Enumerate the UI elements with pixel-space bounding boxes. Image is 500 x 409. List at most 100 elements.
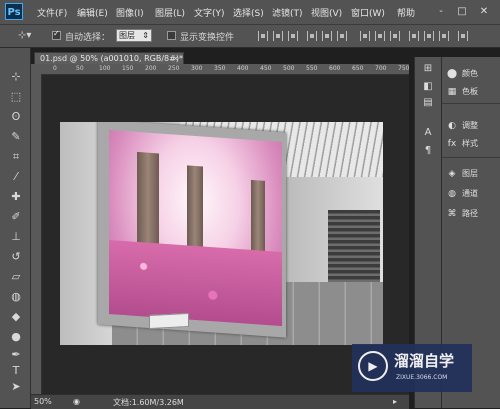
align-top-icon[interactable] xyxy=(258,31,268,41)
align-hcenter-icon[interactable] xyxy=(322,31,332,41)
color-icon: ⬤ xyxy=(446,68,458,79)
maximize-button[interactable]: □ xyxy=(455,5,469,18)
watermark-url: ZIXUE.3066.COM xyxy=(396,374,448,381)
paint-bucket-tool-icon[interactable]: ◍ xyxy=(8,290,24,304)
show-transform-checkbox[interactable] xyxy=(167,31,176,40)
marquee-tool-icon[interactable]: ⬚ xyxy=(8,90,24,104)
document-tab[interactable]: 01.psd @ 50% (a001010, RGB/8#)* × xyxy=(34,52,184,64)
panel-group-color: ⬤ 颜色 ▦ 色板 xyxy=(442,57,500,104)
info-panel-icon[interactable]: ▤ xyxy=(421,97,435,109)
channels-panel-label: 通道 xyxy=(462,189,478,198)
pen-tool-icon[interactable]: ✒ xyxy=(8,348,24,362)
layers-icon: ◈ xyxy=(448,168,456,179)
type-tool-icon[interactable]: T xyxy=(8,364,24,378)
menu-layer[interactable]: 图层(L) xyxy=(155,6,185,19)
move-tool-icon[interactable]: ⊹▾ xyxy=(18,30,31,41)
distribute-top-icon[interactable] xyxy=(360,31,370,41)
minimize-button[interactable]: - xyxy=(434,5,448,18)
ruler-tick-label: 750 xyxy=(398,65,410,72)
vertical-ruler xyxy=(31,74,42,394)
ruler-tick-label: 400 xyxy=(237,65,249,72)
ruler-tick-label: 700 xyxy=(375,65,387,72)
distribute-left-icon[interactable] xyxy=(409,31,419,41)
clone-stamp-tool-icon[interactable]: ⊥ xyxy=(8,230,24,244)
blur-tool-icon[interactable]: ◆ xyxy=(8,310,24,324)
document-image[interactable] xyxy=(60,122,383,345)
adjustments-icon: ◐ xyxy=(448,120,456,131)
menu-help[interactable]: 帮助 xyxy=(397,6,415,19)
styles-icon: fx xyxy=(447,138,457,149)
options-bar: ⊹▾ 自动选择： 图层 ⇕ 显示变换控件 xyxy=(0,25,500,48)
menu-file[interactable]: 文件(F) xyxy=(37,6,67,19)
properties-panel-icon[interactable]: ◧ xyxy=(421,81,435,93)
paths-panel-label: 路径 xyxy=(462,209,478,218)
eyedropper-tool-icon[interactable]: ⁄ xyxy=(8,170,24,184)
layer-dropdown[interactable]: 图层 ⇕ xyxy=(116,29,152,42)
ruler-tick-label: 600 xyxy=(329,65,341,72)
styles-panel-label: 样式 xyxy=(462,139,478,148)
color-panel-button[interactable]: ⬤ 颜色 xyxy=(446,67,500,81)
tree-trunk xyxy=(137,151,159,254)
document-modified-mark: * xyxy=(178,54,183,63)
ruler-tick-label: 100 xyxy=(99,65,111,72)
align-bottom-icon[interactable] xyxy=(288,31,298,41)
distribute-bottom-icon[interactable] xyxy=(390,31,400,41)
menu-edit[interactable]: 编辑(E) xyxy=(77,6,108,19)
menu-bar: Ps 文件(F) 编辑(E) 图像(I) 图层(L) 文字(Y) 选择(S) 滤… xyxy=(0,0,500,25)
character-panel-icon[interactable]: A xyxy=(421,127,435,139)
path-select-tool-icon[interactable]: ➤ xyxy=(8,380,24,394)
auto-align-icon[interactable] xyxy=(458,31,468,41)
brush-tool-icon[interactable]: ✐ xyxy=(8,210,24,224)
color-panel-label: 颜色 xyxy=(462,69,478,78)
paragraph-panel-icon[interactable]: ¶ xyxy=(421,145,435,157)
crop-tool-icon[interactable]: ⌗ xyxy=(8,150,24,164)
swatches-panel-label: 色板 xyxy=(462,87,478,96)
scroll-right-icon[interactable]: ▸ xyxy=(393,397,397,406)
styles-panel-button[interactable]: fx 样式 xyxy=(446,137,500,151)
history-panel-icon[interactable]: ⊞ xyxy=(421,63,435,75)
distribute-vcenter-icon[interactable] xyxy=(375,31,385,41)
distribute-hcenter-icon[interactable] xyxy=(424,31,434,41)
ruler-tick-label: 450 xyxy=(260,65,272,72)
watermark-title: 溜溜自学 xyxy=(394,352,455,370)
menu-filter[interactable]: 滤镜(T) xyxy=(272,6,303,19)
channels-panel-button[interactable]: ◍ 通道 xyxy=(446,187,500,201)
panel-group-layers: ◈ 图层 ◍ 通道 ⌘ 路径 xyxy=(442,163,500,227)
image-billboard xyxy=(109,129,282,327)
lasso-tool-icon[interactable]: ʘ xyxy=(8,110,24,124)
menu-view[interactable]: 视图(V) xyxy=(311,6,342,19)
layers-panel-label: 图层 xyxy=(462,169,478,178)
align-right-icon[interactable] xyxy=(337,31,347,41)
align-left-icon[interactable] xyxy=(307,31,317,41)
panel-group-adjustments: ◐ 调整 fx 样式 xyxy=(442,113,500,158)
eraser-tool-icon[interactable]: ▱ xyxy=(8,270,24,284)
photoshop-logo: Ps xyxy=(5,3,23,20)
menu-select[interactable]: 选择(S) xyxy=(233,6,264,19)
zoom-level[interactable]: 50% xyxy=(34,397,52,406)
status-menu-icon[interactable]: ◉ xyxy=(73,397,80,406)
ruler-tick-label: 350 xyxy=(214,65,226,72)
dodge-tool-icon[interactable]: ● xyxy=(8,330,24,344)
menu-window[interactable]: 窗口(W) xyxy=(351,6,385,19)
image-sign xyxy=(149,312,189,330)
healing-brush-tool-icon[interactable]: ✚ xyxy=(8,190,24,204)
menu-type[interactable]: 文字(Y) xyxy=(194,6,225,19)
distribute-right-icon[interactable] xyxy=(439,31,449,41)
close-window-button[interactable]: ✕ xyxy=(477,5,491,18)
align-vcenter-icon[interactable] xyxy=(273,31,283,41)
layers-panel-button[interactable]: ◈ 图层 xyxy=(446,167,500,181)
ruler-tick-label: 150 xyxy=(122,65,134,72)
channels-icon: ◍ xyxy=(448,188,456,199)
dropdown-arrow-icon: ⇕ xyxy=(142,31,149,40)
auto-select-checkbox[interactable] xyxy=(52,29,61,40)
move-tool-icon[interactable]: ⊹ xyxy=(8,70,24,84)
ruler-tick-label: 250 xyxy=(168,65,180,72)
swatches-panel-button[interactable]: ▦ 色板 xyxy=(446,85,500,99)
image-stairs xyxy=(328,210,380,288)
show-transform-label: 显示变换控件 xyxy=(180,33,235,43)
menu-image[interactable]: 图像(I) xyxy=(116,6,144,19)
quick-select-tool-icon[interactable]: ✎ xyxy=(8,130,24,144)
history-brush-tool-icon[interactable]: ↺ xyxy=(8,250,24,264)
adjustments-panel-button[interactable]: ◐ 调整 xyxy=(446,119,500,133)
paths-panel-button[interactable]: ⌘ 路径 xyxy=(446,207,500,221)
